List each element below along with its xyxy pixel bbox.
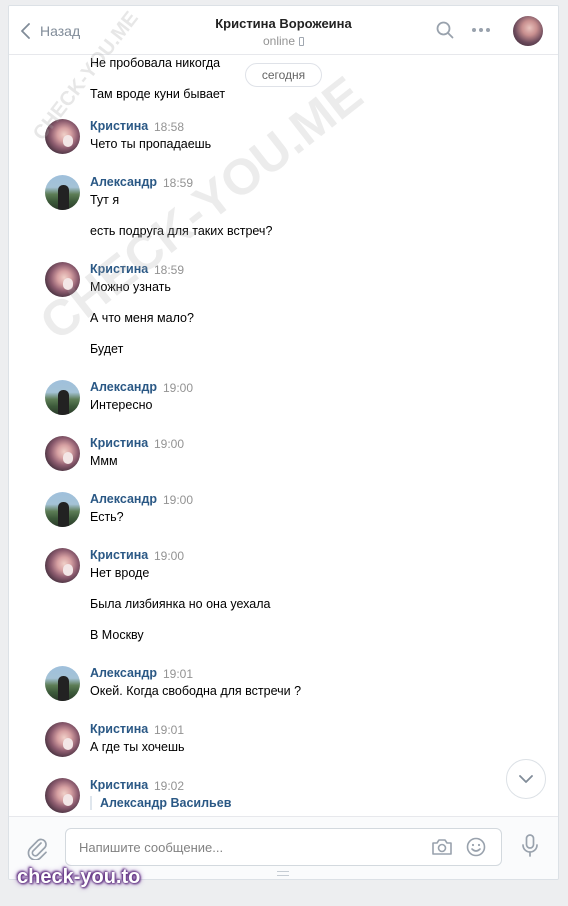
avatar[interactable] — [45, 380, 80, 415]
message-text: Есть? — [90, 510, 124, 524]
message-text: Можно узнать — [90, 280, 171, 294]
message-time: 19:01 — [163, 667, 194, 681]
microphone-icon — [522, 834, 538, 857]
chevron-down-icon — [519, 775, 533, 783]
author-name[interactable]: Александр — [90, 666, 157, 680]
author-name[interactable]: Кристина — [90, 262, 148, 276]
message-time: 19:02 — [154, 779, 185, 793]
camera-icon — [432, 839, 452, 855]
scroll-down-button[interactable] — [506, 759, 546, 799]
message-text: В Москву — [90, 628, 144, 642]
camera-button[interactable] — [431, 838, 453, 861]
emoji-button[interactable] — [466, 837, 486, 862]
more-icon-dot — [486, 28, 490, 32]
avatar[interactable] — [45, 722, 80, 757]
message-text: Не пробовала никогда — [90, 56, 221, 70]
avatar[interactable] — [45, 548, 80, 583]
attach-button[interactable] — [27, 838, 49, 865]
message-text: А что меня мало? — [90, 311, 194, 325]
message-time: 18:59 — [163, 176, 194, 190]
status-text: online — [262, 34, 296, 48]
paperclip-icon — [27, 838, 47, 861]
avatar[interactable] — [45, 119, 80, 154]
message-text: есть подруга для таких встреч? — [90, 224, 273, 238]
message-time: 19:00 — [163, 381, 194, 395]
voice-message-button[interactable] — [521, 834, 539, 863]
message-text: Нет вроде — [90, 566, 150, 580]
resize-handle[interactable] — [277, 871, 289, 876]
forwarded-message-author[interactable]: Александр Васильев — [90, 796, 231, 810]
header-avatar[interactable] — [513, 16, 543, 46]
author-name[interactable]: Кристина — [90, 548, 148, 562]
message-text: Будет — [90, 342, 124, 356]
search-button[interactable] — [436, 21, 454, 44]
avatar[interactable] — [45, 175, 80, 210]
message-text: Чето ты пропадаешь — [90, 137, 212, 151]
online-status: online — [9, 34, 558, 48]
author-name[interactable]: Александр — [90, 492, 157, 506]
date-separator: сегодня — [245, 63, 322, 87]
message-text: А где ты хочешь — [90, 740, 185, 754]
message-text: Была лизбиянка но она уехала — [90, 597, 271, 611]
phone-icon — [299, 37, 305, 46]
message-time: 18:58 — [154, 120, 185, 134]
message-text: Там вроде куни бывает — [90, 87, 226, 101]
avatar[interactable] — [45, 778, 80, 813]
avatar[interactable] — [45, 436, 80, 471]
author-name[interactable]: Александр — [90, 380, 157, 394]
message-text: Интересно — [90, 398, 153, 412]
author-name[interactable]: Кристина — [90, 119, 148, 133]
message-text: Ммм — [90, 454, 118, 468]
author-name[interactable]: Кристина — [90, 436, 148, 450]
more-icon-dot — [479, 28, 483, 32]
watermark-bottom: check-you.to — [17, 866, 141, 888]
author-name[interactable]: Кристина — [90, 778, 148, 792]
message-input[interactable] — [79, 829, 419, 865]
message-time: 19:00 — [154, 549, 185, 563]
message-time: 19:00 — [154, 437, 185, 451]
avatar[interactable] — [45, 262, 80, 297]
more-icon — [472, 28, 476, 32]
avatar[interactable] — [45, 666, 80, 701]
chat-header: Назад Кристина Ворожеина online — [9, 6, 558, 55]
message-time: 19:01 — [154, 723, 185, 737]
search-icon — [436, 21, 454, 39]
smile-icon — [466, 837, 486, 857]
message-time: 19:00 — [163, 493, 194, 507]
message-text: Тут я — [90, 193, 120, 207]
author-name[interactable]: Кристина — [90, 722, 148, 736]
message-text: Окей. Когда свободна для встречи ? — [90, 684, 302, 698]
message-input-box — [65, 828, 502, 866]
message-time: 18:59 — [154, 263, 185, 277]
author-name[interactable]: Александр — [90, 175, 157, 189]
messenger-window: Назад Кристина Ворожеина online Не пробо… — [8, 5, 559, 880]
message-history[interactable]: Не пробовала никогда Там вроде куни быва… — [9, 56, 558, 816]
more-button[interactable] — [472, 28, 490, 32]
avatar[interactable] — [45, 492, 80, 527]
